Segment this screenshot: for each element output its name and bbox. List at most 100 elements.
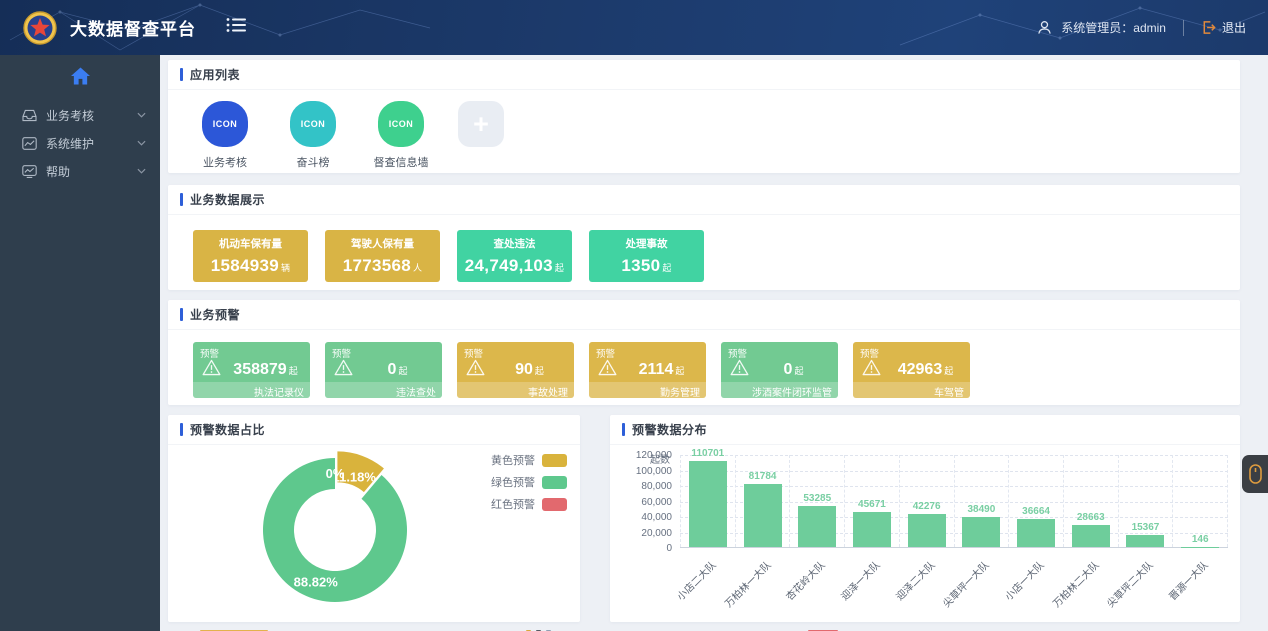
y-tick-label: 0 (614, 543, 672, 554)
bar-value-label: 146 (1192, 534, 1209, 545)
app-shortcut-label: 业务考核 (194, 154, 256, 170)
section-header: 预警数据占比 (168, 415, 580, 445)
bar (1017, 519, 1055, 547)
home-icon (71, 67, 90, 85)
menu-toggle-icon[interactable] (226, 17, 246, 38)
stat-card-title: 机动车保有量 (193, 236, 308, 251)
warning-distribution-panel: 预警数据分布 起数 120,000100,00080,00060,00040,0… (610, 415, 1240, 622)
sidebar-item-label: 业务考核 (46, 107, 137, 124)
sidebar-item-help[interactable]: 帮助 (0, 157, 160, 185)
stat-card-value: 1584939辆 (193, 256, 308, 276)
bar-column: 45671迎泽一大队 (845, 455, 900, 547)
charts-row: 预警数据占比 黄色预警绿色预警红色预警 11.18%88.82%0% 预警数据分… (168, 415, 1240, 622)
app-shortcuts: ICON 业务考核 ICON奋斗榜 ICON督查信息墙 + (168, 90, 1240, 170)
warning-triangle-icon (862, 359, 881, 381)
business-warning-panel: 业务预警 预警358879起执法记录仪预警0起违法查处预警90起事故处理预警21… (168, 300, 1240, 405)
warning-card-body: 0起 (721, 358, 838, 382)
app-shortcut-label: 奋斗榜 (282, 154, 344, 170)
bar-value-label: 81784 (749, 471, 777, 482)
chart-line-icon (22, 137, 37, 150)
home-button[interactable] (0, 55, 160, 89)
section-title: 预警数据占比 (190, 421, 265, 438)
sidebar-item-system-maintenance[interactable]: 系统维护 (0, 129, 160, 157)
warning-card: 预警2114起勤务管理 (589, 342, 706, 398)
business-data-panel: 业务数据展示 机动车保有量1584939辆驾驶人保有量1773568人查处违法2… (168, 185, 1240, 290)
mouse-icon (1249, 464, 1262, 484)
sidebar: 业务考核 系统维护 (0, 55, 160, 631)
sidebar-item-business-assessment[interactable]: 业务考核 (0, 101, 160, 129)
bar-chart: 110701小店二大队81784万柏林一大队53285杏花岭大队45671迎泽一… (680, 455, 1228, 548)
y-tick-label: 60,000 (614, 497, 672, 508)
legend-item[interactable]: 红色预警 (491, 496, 567, 512)
bar-column: 42276迎泽二大队 (900, 455, 955, 547)
warning-unit: 起 (944, 366, 953, 376)
dashboard-page: 大数据督查平台 系统管理员：admin (0, 0, 1268, 631)
section-header: 业务数据展示 (168, 185, 1240, 215)
main-content: 应用列表 ICON 业务考核 ICON奋斗榜 ICON督查信息墙 + 业务数据展示 机动… (160, 55, 1268, 631)
stat-card-unit: 人 (413, 263, 422, 273)
bar-columns: 110701小店二大队81784万柏林一大队53285杏花岭大队45671迎泽一… (680, 455, 1228, 547)
warning-card: 预警90起事故处理 (457, 342, 574, 398)
app-shortcut[interactable]: ICON奋斗榜 (282, 101, 344, 170)
bar-value-label: 38490 (967, 504, 995, 515)
scroll-mouse-button[interactable] (1242, 455, 1268, 493)
warning-category-label: 违法查处 (325, 382, 442, 398)
section-title: 预警数据分布 (632, 421, 707, 438)
warning-count: 42963起 (881, 361, 970, 379)
bar (962, 517, 1000, 547)
admin-user-label: 系统管理员：admin (1061, 19, 1166, 36)
stat-card-value: 1773568人 (325, 256, 440, 276)
bar-value-label: 15367 (1132, 522, 1160, 533)
legend-swatch (542, 454, 567, 467)
bar (798, 506, 836, 547)
warning-count: 0起 (749, 361, 838, 379)
app-icon: ICON (202, 101, 248, 147)
stat-card: 机动车保有量 1584939辆 (193, 230, 308, 282)
section-accent-bar (180, 308, 183, 321)
section-header: 业务预警 (168, 300, 1240, 330)
stat-card: 查处违法24,749,103起 (457, 230, 572, 282)
warning-triangle-icon (466, 359, 485, 381)
warning-card-body: 358879起 (193, 358, 310, 382)
logout-button[interactable]: 退出 (1201, 19, 1246, 36)
warning-card: 预警0起违法查处 (325, 342, 442, 398)
bar (744, 484, 782, 547)
legend-item[interactable]: 黄色预警 (491, 452, 567, 468)
warning-category-label: 执法记录仪 (193, 382, 310, 398)
legend-item[interactable]: 绿色预警 (491, 474, 567, 490)
app-shortcut[interactable]: ICON 业务考核 (194, 101, 256, 170)
legend-swatch (542, 498, 567, 511)
warning-category-label: 车驾管 (853, 382, 970, 398)
stat-card-value: 1350起 (589, 256, 704, 276)
warning-unit: 起 (535, 366, 544, 376)
add-app-button[interactable]: + (458, 101, 504, 147)
section-title: 业务预警 (190, 306, 240, 323)
warning-card-body: 2114起 (589, 358, 706, 382)
bar-value-label: 36664 (1022, 506, 1050, 517)
stat-card-unit: 起 (662, 263, 671, 273)
section-accent-bar (622, 423, 625, 436)
section-header: 预警数据分布 (610, 415, 1240, 445)
stat-card-title: 查处违法 (457, 236, 572, 251)
stat-cards: 机动车保有量1584939辆驾驶人保有量1773568人查处违法24,749,1… (168, 215, 1240, 282)
y-tick-label: 40,000 (614, 512, 672, 523)
app-shortcut[interactable]: ICON督查信息墙 (370, 101, 432, 170)
image-icon (22, 165, 37, 178)
bar-column: 53285杏花岭大队 (790, 455, 845, 547)
bar (908, 514, 946, 547)
sidebar-item-label: 帮助 (46, 163, 137, 180)
section-title: 业务数据展示 (190, 191, 265, 208)
header-divider (1183, 20, 1184, 36)
police-emblem-logo (22, 10, 58, 46)
donut-slice-label: 88.82% (294, 575, 339, 590)
sidebar-nav: 业务考核 系统维护 (0, 101, 160, 185)
bar-value-label: 28663 (1077, 512, 1105, 523)
warning-card: 预警0起涉酒案件闭环监管 (721, 342, 838, 398)
warning-card-body: 42963起 (853, 358, 970, 382)
warning-unit: 起 (289, 366, 298, 376)
chevron-down-icon (137, 168, 146, 174)
section-title: 应用列表 (190, 66, 240, 83)
bar-column: 81784万柏林一大队 (736, 455, 791, 547)
app-shortcut-label: 督查信息墙 (370, 154, 432, 170)
bar (689, 461, 727, 547)
